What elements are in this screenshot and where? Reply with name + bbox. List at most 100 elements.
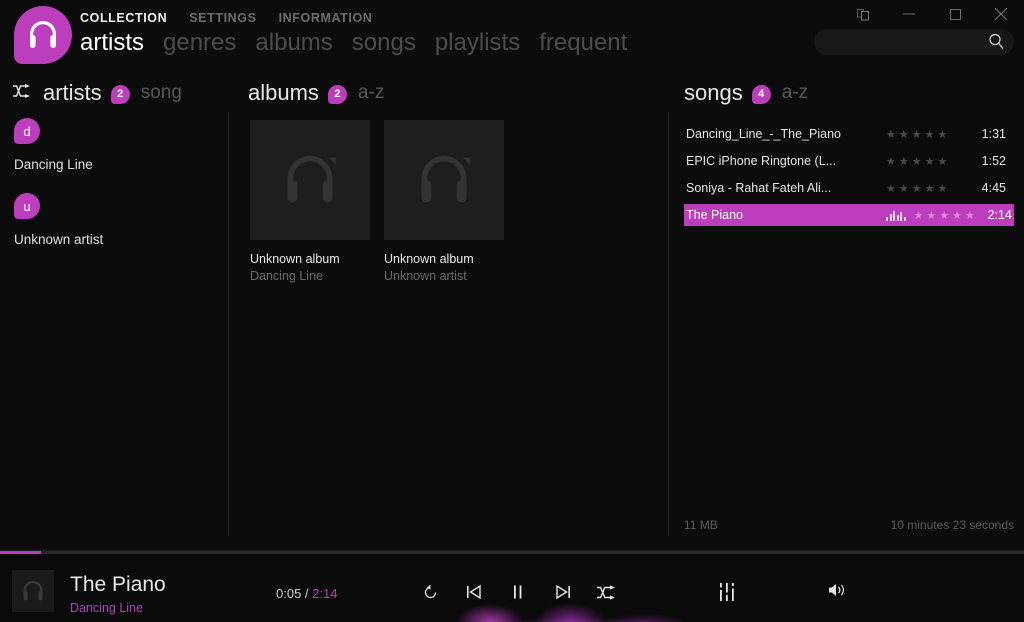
albums-title: albums	[248, 80, 319, 105]
table-row[interactable]: Dancing_Line_-_The_Piano ★★★★★ 1:31	[684, 123, 1014, 145]
library-total-time: 10 minutes 23 seconds	[890, 518, 1014, 532]
pause-icon	[514, 585, 522, 599]
table-row[interactable]: The Piano ★★★★★ 2:14	[684, 204, 1014, 226]
rating-stars[interactable]: ★★★★★	[914, 209, 978, 222]
rating-stars[interactable]: ★★★★★	[886, 128, 950, 141]
songs-header: songs 4 a-z	[684, 80, 808, 106]
avatar: u	[14, 193, 40, 219]
pause-button[interactable]	[496, 577, 540, 607]
previous-button[interactable]	[452, 577, 496, 607]
table-row[interactable]: EPIC iPhone Ringtone (L... ★★★★★ 1:52	[684, 150, 1014, 172]
playback-time: 0:05 / 2:14	[276, 586, 337, 601]
album-artist: Unknown artist	[384, 269, 467, 283]
maximize-icon	[949, 8, 961, 20]
top-menu: COLLECTION SETTINGS INFORMATION	[80, 11, 372, 25]
album-art	[384, 120, 504, 240]
songs-count-badge: 4	[751, 84, 771, 104]
search-input[interactable]	[828, 29, 978, 55]
music-player-window: COLLECTION SETTINGS INFORMATION artists …	[0, 0, 1024, 622]
maximize-button[interactable]	[932, 0, 978, 28]
tab-playlists[interactable]: playlists	[435, 28, 520, 58]
artists-title: artists	[43, 80, 102, 105]
library-size: 11 MB	[684, 518, 718, 532]
repeat-icon	[424, 584, 436, 598]
song-title: EPIC iPhone Ringtone (L...	[686, 154, 837, 168]
time-separator: /	[301, 586, 313, 601]
songs-title: songs	[684, 80, 743, 105]
tab-frequent[interactable]: frequent	[539, 28, 627, 58]
tab-songs[interactable]: songs	[352, 28, 416, 58]
song-title: Soniya - Rahat Fateh Ali...	[686, 181, 832, 195]
songs-sort-label[interactable]: a-z	[782, 82, 808, 104]
now-playing-artist: Dancing Line	[70, 601, 143, 615]
minimize-button[interactable]	[886, 0, 932, 28]
repeat-button[interactable]	[408, 577, 452, 607]
song-title: The Piano	[686, 208, 743, 222]
headphones-placeholder-icon	[421, 155, 470, 203]
menu-item-settings[interactable]: SETTINGS	[189, 11, 256, 25]
volume-icon	[829, 584, 844, 596]
compact-overlay-icon	[856, 8, 869, 20]
titlebar: COLLECTION SETTINGS INFORMATION artists …	[0, 0, 1024, 70]
headphones-logo-icon	[30, 21, 56, 48]
album-title: Unknown album	[250, 252, 340, 266]
divider-albums-songs	[668, 112, 669, 536]
now-playing-art	[12, 570, 54, 612]
search-icon[interactable]	[988, 33, 1005, 55]
current-time: 0:05	[276, 586, 302, 601]
album-tile[interactable]: Unknown album Unknown artist	[384, 120, 504, 283]
song-duration: 2:14	[987, 208, 1012, 222]
headphones-placeholder-icon	[23, 580, 43, 601]
albums-sort-label[interactable]: a-z	[358, 82, 384, 104]
next-button[interactable]	[540, 577, 584, 607]
close-button[interactable]	[978, 0, 1024, 28]
song-duration: 1:31	[981, 127, 1006, 141]
albums-count-badge: 2	[327, 84, 347, 104]
previous-icon	[466, 584, 481, 600]
artists-count-badge: 2	[110, 84, 130, 104]
menu-item-collection[interactable]: COLLECTION	[80, 11, 167, 25]
transport-controls	[408, 577, 628, 607]
next-icon	[555, 584, 570, 600]
window-controls	[840, 0, 1024, 28]
songs-footer: 11 MB 10 minutes 23 seconds	[684, 518, 1014, 532]
playback-progress-bar[interactable]	[0, 551, 1024, 554]
playback-progress-fill	[0, 551, 41, 554]
close-icon	[995, 8, 1007, 20]
tab-artists[interactable]: artists	[80, 28, 144, 58]
list-item[interactable]: u Unknown artist	[0, 193, 228, 247]
shuffle-button[interactable]	[584, 577, 628, 607]
song-duration: 1:52	[981, 154, 1006, 168]
albums-header: albums 2 a-z	[248, 80, 384, 106]
rating-stars[interactable]: ★★★★★	[886, 182, 950, 195]
minimize-icon	[903, 13, 915, 15]
artists-sort-label[interactable]: song	[141, 82, 182, 104]
album-tile[interactable]: Unknown album Dancing Line	[250, 120, 370, 283]
shuffle-icon[interactable]	[12, 83, 31, 103]
player-bar: The Piano Dancing Line 0:05 / 2:14	[0, 550, 1024, 622]
now-playing-title: The Piano	[70, 573, 166, 596]
tab-genres[interactable]: genres	[163, 28, 236, 58]
search-box[interactable]	[814, 29, 1014, 55]
table-row[interactable]: Soniya - Rahat Fateh Ali... ★★★★★ 4:45	[684, 177, 1014, 199]
list-item[interactable]: d Dancing Line	[0, 118, 228, 172]
collection-tabs: artists genres albums songs playlists fr…	[80, 28, 627, 58]
album-art	[250, 120, 370, 240]
albums-grid: Unknown album Dancing Line Unknown album…	[250, 120, 504, 283]
now-playing-equalizer-icon	[886, 210, 906, 221]
volume-button[interactable]	[828, 582, 848, 603]
tab-albums[interactable]: albums	[255, 28, 332, 58]
artists-list: d Dancing Line u Unknown artist	[0, 118, 228, 268]
song-duration: 4:45	[981, 181, 1006, 195]
song-title: Dancing_Line_-_The_Piano	[686, 127, 841, 141]
avatar: d	[14, 118, 40, 144]
songs-list: Dancing_Line_-_The_Piano ★★★★★ 1:31 EPIC…	[684, 123, 1014, 231]
shuffle-icon	[597, 584, 615, 600]
app-logo	[14, 6, 72, 64]
artist-name: Unknown artist	[14, 232, 104, 247]
menu-item-information[interactable]: INFORMATION	[279, 11, 373, 25]
artist-name: Dancing Line	[14, 157, 93, 172]
compact-overlay-button[interactable]	[840, 0, 886, 28]
equalizer-button[interactable]	[706, 577, 748, 607]
rating-stars[interactable]: ★★★★★	[886, 155, 950, 168]
